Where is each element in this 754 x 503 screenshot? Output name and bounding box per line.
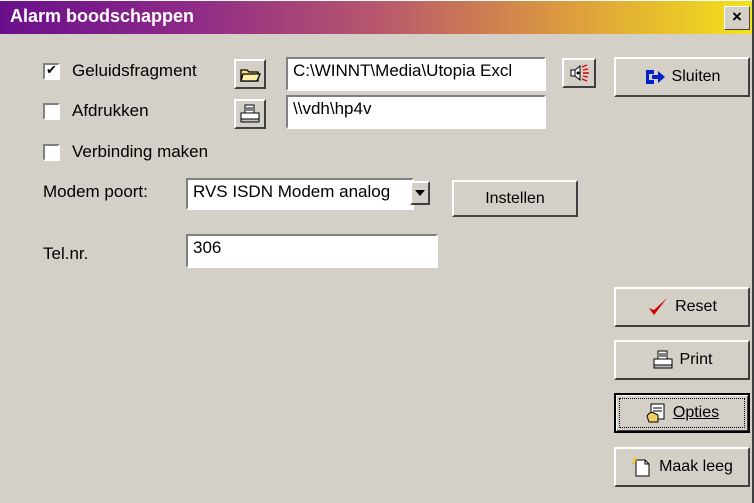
print-button[interactable]: Print [614,340,750,380]
phone-field[interactable]: 306 [186,234,438,268]
setup-button[interactable]: Instellen [452,180,578,217]
checkmark-icon [649,298,668,315]
clear-button-label: Maak leeg [659,458,733,475]
folder-open-icon [240,69,261,82]
setup-button-label: Instellen [485,189,545,207]
alarm-dialog: Alarm boodschappen × ✔ Geluidsfragment C… [0,0,754,503]
sound-path-field[interactable]: C:\WINNT\Media\Utopia Excl [286,57,546,91]
speaker-icon [570,64,589,82]
modem-select[interactable]: RVS ISDN Modem analog [186,178,414,210]
phone-label: Tel.nr. [43,244,89,263]
modem-dropdown-button[interactable] [410,181,430,205]
reset-button[interactable]: Reset [614,287,750,327]
connect-label: Verbinding maken [72,142,209,161]
clear-button[interactable]: Maak leeg [614,447,750,487]
exit-arrow-icon [645,70,665,84]
printer-path-field[interactable]: \\vdh\hp4v [286,95,546,129]
options-button[interactable]: Opties [614,393,750,433]
reset-button-label: Reset [675,298,717,315]
printer-icon [653,350,673,369]
sound-label: Geluidsfragment [72,61,197,80]
sound-checkbox[interactable]: ✔ [43,63,60,80]
print-label: Afdrukken [72,101,149,120]
browse-sound-button[interactable] [234,59,266,89]
print-checkbox[interactable] [43,103,60,120]
close-window-button[interactable]: × [724,6,750,30]
chevron-down-icon [415,190,425,196]
select-printer-button[interactable] [234,99,266,129]
options-button-label: Opties [672,404,720,421]
window-title: Alarm boodschappen [10,6,195,26]
options-hand-icon [646,403,665,423]
close-button-label: Sluiten [671,68,721,85]
connect-checkbox[interactable] [43,144,60,161]
play-sound-button[interactable] [562,58,596,88]
new-page-icon [632,456,650,477]
print-button-label: Print [679,351,713,368]
modem-label: Modem poort: [43,182,148,201]
printer-icon [240,104,260,123]
title-bar[interactable]: Alarm boodschappen × [0,0,752,34]
close-button[interactable]: Sluiten [614,57,750,97]
